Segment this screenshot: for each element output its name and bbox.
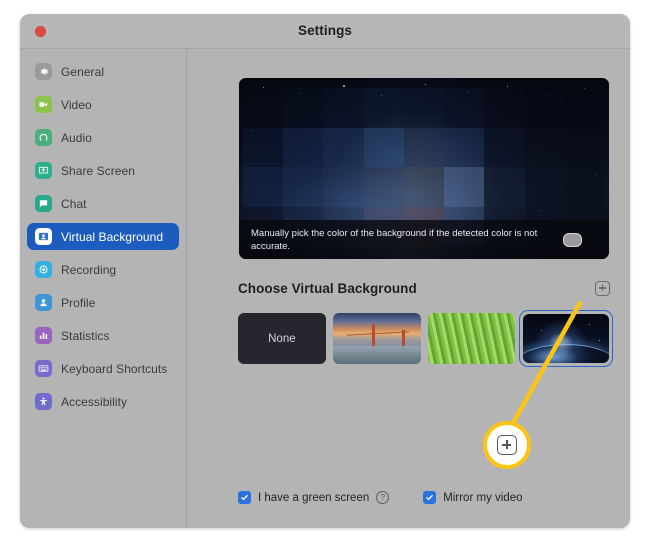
headphones-icon [35, 129, 52, 146]
mirror-video-option[interactable]: Mirror my video [423, 491, 522, 504]
sidebar-item-label: Keyboard Shortcuts [61, 361, 168, 376]
green-screen-option[interactable]: I have a green screen ? [238, 491, 390, 504]
preview-banner: Manually pick the color of the backgroun… [239, 220, 609, 259]
color-picker-swatch[interactable] [563, 232, 582, 247]
sidebar-item-label: Chat [61, 196, 87, 211]
settings-window: Settings General Video Audio Share Scree… [20, 14, 630, 528]
green-screen-checkbox[interactable] [238, 491, 251, 504]
sidebar: General Video Audio Share Screen Chat Vi… [20, 49, 187, 528]
plus-icon[interactable] [595, 280, 610, 296]
sidebar-item-label: General [61, 64, 105, 79]
bridge-water [332, 346, 421, 364]
background-thumbnail-label: None [268, 332, 296, 345]
sidebar-item-label: Statistics [61, 328, 110, 343]
choose-background-row: Choose Virtual Background [238, 277, 610, 299]
sidebar-item-chat[interactable]: Chat [27, 190, 179, 217]
sidebar-item-recording[interactable]: Recording [27, 256, 179, 283]
mirror-video-label: Mirror my video [443, 491, 523, 504]
plus-icon [497, 435, 517, 455]
sidebar-item-label: Accessibility [61, 394, 127, 409]
gear-icon [35, 63, 52, 80]
screenshot-root: Settings General Video Audio Share Scree… [0, 0, 650, 542]
share-screen-icon [35, 162, 52, 179]
virtual-background-icon [35, 228, 52, 245]
background-bridge[interactable] [332, 313, 421, 364]
page-title: Settings [297, 23, 353, 38]
sidebar-item-statistics[interactable]: Statistics [27, 322, 179, 349]
choose-background-title: Choose Virtual Background [238, 280, 417, 296]
earth-horizon [523, 344, 609, 363]
help-icon[interactable]: ? [376, 491, 390, 504]
sidebar-item-label: Virtual Background [61, 229, 164, 244]
keyboard-icon [35, 360, 52, 377]
sidebar-item-audio[interactable]: Audio [27, 124, 179, 151]
callout-highlight [483, 421, 531, 469]
bridge-cable [346, 331, 409, 337]
mirror-video-checkbox[interactable] [423, 491, 437, 504]
sidebar-item-label: Share Screen [61, 163, 135, 178]
background-none[interactable]: None [238, 313, 326, 364]
sidebar-item-profile[interactable]: Profile [27, 289, 179, 316]
sidebar-item-label: Recording [61, 262, 117, 277]
sidebar-item-virtual-background[interactable]: Virtual Background [27, 223, 179, 250]
green-screen-label: I have a green screen [258, 491, 370, 504]
background-thumbnail-list: None [238, 310, 613, 367]
preview-banner-text: Manually pick the color of the backgroun… [251, 227, 538, 252]
settings-content: Manually pick the color of the backgroun… [188, 49, 630, 528]
sidebar-item-accessibility[interactable]: Accessibility [27, 388, 179, 415]
chat-bubble-icon [35, 195, 52, 212]
sidebar-item-label: Audio [61, 130, 92, 145]
sidebar-item-label: Video [61, 97, 92, 112]
bar-chart-icon [35, 327, 52, 344]
sidebar-item-label: Profile [61, 295, 96, 310]
video-preview: Manually pick the color of the backgroun… [239, 78, 609, 259]
background-earth[interactable] [519, 310, 613, 367]
record-icon [35, 261, 52, 278]
person-icon [35, 294, 52, 311]
sidebar-item-keyboard-shortcuts[interactable]: Keyboard Shortcuts [27, 355, 179, 382]
sidebar-item-share-screen[interactable]: Share Screen [27, 157, 179, 184]
sidebar-item-video[interactable]: Video [27, 91, 179, 118]
window-titlebar: Settings [20, 14, 630, 49]
background-options: I have a green screen ? Mirror my video [238, 491, 522, 504]
sidebar-item-general[interactable]: General [27, 58, 179, 85]
accessibility-icon [35, 393, 52, 410]
background-grass[interactable] [427, 313, 516, 364]
video-camera-icon [35, 96, 52, 113]
